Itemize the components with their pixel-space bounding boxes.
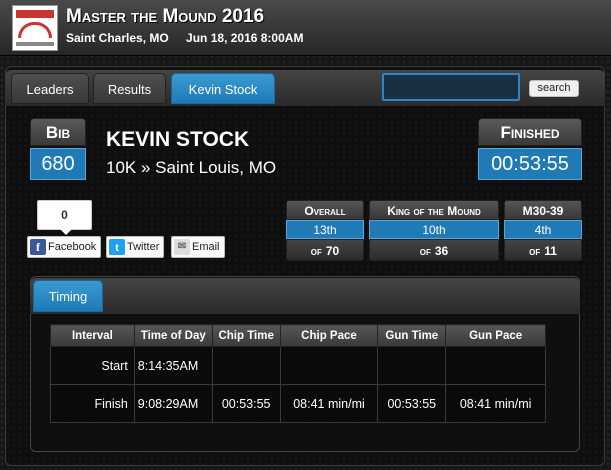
col-chip-pace: Chip Pace bbox=[279, 324, 379, 347]
finished-label: Finished bbox=[478, 118, 582, 146]
cell-interval: Finish bbox=[50, 384, 135, 423]
rank-division-label: King of the Mound bbox=[369, 200, 499, 220]
like-count: 0 bbox=[37, 200, 92, 235]
rank-division-total: of 36 bbox=[369, 239, 499, 261]
cell-chip-time: 00:53:55 bbox=[211, 384, 281, 423]
cell-chip-pace: 08:41 min/mi bbox=[279, 384, 379, 423]
tab-runner[interactable]: Kevin Stock bbox=[171, 73, 275, 104]
rank-overall-total: of 70 bbox=[286, 239, 364, 261]
envelope-icon: ✉ bbox=[174, 239, 190, 255]
timing-table: Interval Time of Day Chip Time Chip Pace… bbox=[50, 324, 546, 423]
cell-chip-time bbox=[211, 346, 281, 385]
table-row: Finish 9:08:29AM 00:53:55 08:41 min/mi 0… bbox=[50, 384, 546, 423]
event-subtitle: Saint Charles, MO Jun 18, 2016 8:00AM bbox=[66, 31, 303, 45]
cell-gun-pace: 08:41 min/mi bbox=[445, 384, 546, 423]
tab-results[interactable]: Results bbox=[93, 73, 166, 104]
email-label: Email bbox=[192, 241, 220, 253]
email-share-button[interactable]: ✉ Email bbox=[171, 236, 225, 258]
rank-overall-place: 13th bbox=[286, 220, 364, 239]
col-time-of-day: Time of Day bbox=[133, 324, 213, 347]
table-row: Start 8:14:35AM bbox=[50, 346, 546, 385]
twitter-label: Twitter bbox=[127, 241, 160, 253]
col-gun-time: Gun Time bbox=[377, 324, 447, 347]
bib-number: 680 bbox=[30, 148, 86, 180]
tab-leaders[interactable]: Leaders bbox=[11, 73, 89, 104]
event-logo bbox=[12, 5, 58, 51]
bib-label: Bib bbox=[30, 118, 86, 146]
facebook-label: Facebook bbox=[48, 241, 97, 253]
rank-division-place: 10th bbox=[369, 220, 499, 239]
rank-overall-label: Overall bbox=[286, 200, 364, 220]
runner-name: KEVIN STOCK bbox=[106, 128, 250, 151]
tab-timing[interactable]: Timing bbox=[33, 280, 103, 312]
cell-gun-time: 00:53:55 bbox=[377, 384, 447, 423]
twitter-icon: t bbox=[109, 239, 125, 255]
search-input[interactable] bbox=[382, 73, 520, 101]
rank-age-group-label: M30-39 bbox=[504, 200, 582, 220]
twitter-share-button[interactable]: t Twitter bbox=[106, 236, 165, 258]
cell-gun-pace bbox=[445, 346, 546, 385]
search-button[interactable]: search bbox=[529, 80, 579, 97]
col-gun-pace: Gun Pace bbox=[445, 324, 546, 347]
facebook-share-button[interactable]: f Facebook bbox=[27, 236, 102, 258]
facebook-icon: f bbox=[30, 239, 46, 255]
runner-race-info: 10K » Saint Louis, MO bbox=[106, 158, 277, 177]
event-title: Master the Mound 2016 bbox=[66, 6, 265, 27]
cell-interval: Start bbox=[50, 346, 135, 385]
rank-age-group-total: of 11 bbox=[504, 239, 582, 261]
cell-time-of-day: 8:14:35AM bbox=[133, 346, 213, 385]
event-header: Master the Mound 2016 Saint Charles, MO … bbox=[0, 0, 611, 56]
finish-time: 00:53:55 bbox=[478, 148, 582, 180]
col-chip-time: Chip Time bbox=[211, 324, 281, 347]
col-interval: Interval bbox=[50, 324, 135, 347]
timing-tab-bar bbox=[30, 278, 580, 314]
rank-age-group-place: 4th bbox=[504, 220, 582, 239]
event-location: Saint Charles, MO bbox=[66, 31, 169, 45]
cell-time-of-day: 9:08:29AM bbox=[133, 384, 213, 423]
event-date: Jun 18, 2016 8:00AM bbox=[186, 31, 304, 45]
cell-chip-pace bbox=[279, 346, 379, 385]
timing-header-row: Interval Time of Day Chip Time Chip Pace… bbox=[50, 324, 546, 347]
cell-gun-time bbox=[377, 346, 447, 385]
